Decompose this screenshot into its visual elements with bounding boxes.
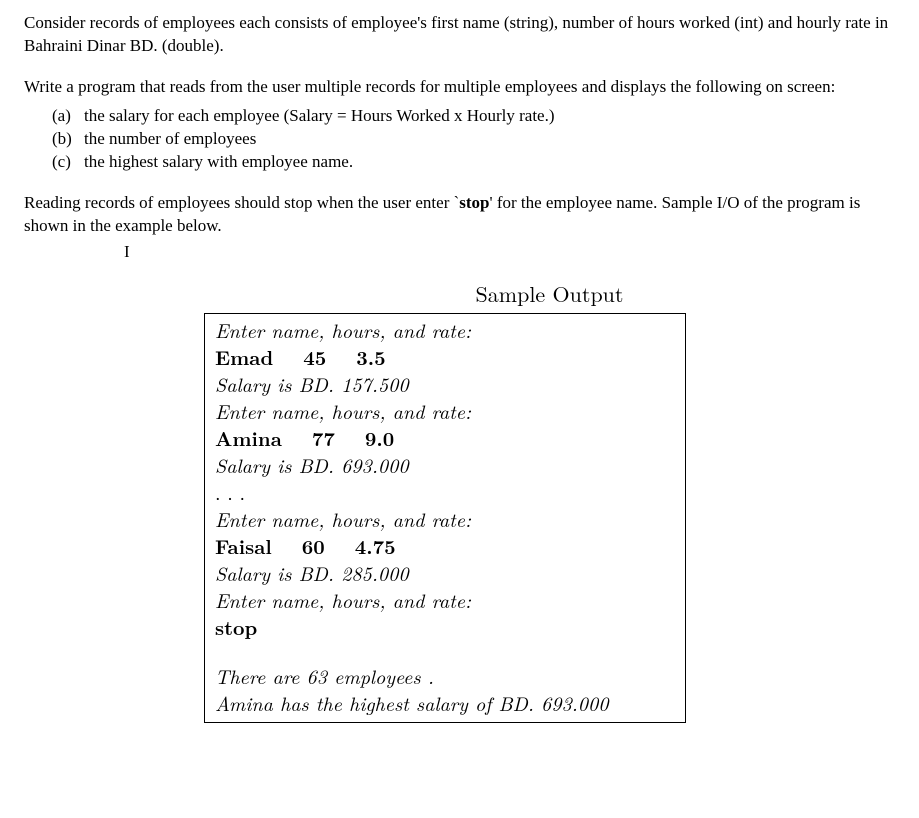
- sample-output-box: Enter name, hours, and rate: Emad 45 3.5 S…: [204, 313, 686, 723]
- prompt-line: Enter name, hours, and rate:: [215, 505, 675, 532]
- summary-count-a: There are: [215, 661, 307, 690]
- input-hours: 45: [303, 342, 326, 371]
- summary-high-mid: has the highest salary of BD.: [273, 688, 541, 717]
- salary-value: 693.000: [341, 450, 408, 479]
- text-cursor-icon: I: [124, 241, 125, 259]
- input-hours: 60: [302, 531, 325, 560]
- input-line: Amina 77 9.0: [215, 424, 675, 451]
- intro-paragraph: Consider records of employees each consi…: [24, 12, 895, 58]
- sample-output-section: Sample Output Enter name, hours, and rat…: [204, 278, 895, 723]
- ellipsis-line: . . .: [215, 478, 675, 505]
- input-name: Emad: [215, 342, 273, 371]
- input-rate: 4.75: [355, 531, 396, 560]
- summary-count-n: 63: [307, 661, 327, 690]
- prompt-line: Enter name, hours, and rate:: [215, 316, 675, 343]
- input-name: Faisal: [215, 531, 272, 560]
- list-text-a: the salary for each employee (Salary = H…: [84, 105, 555, 128]
- list-text-b: the number of employees: [84, 128, 256, 151]
- list-item: (b) the number of employees: [52, 128, 895, 151]
- list-label-a: (a): [52, 105, 84, 128]
- list-item: (c) the highest salary with employee nam…: [52, 151, 895, 174]
- summary-count-b: employees .: [327, 661, 434, 690]
- task-paragraph: Write a program that reads from the user…: [24, 76, 895, 99]
- salary-line: Salary is BD. 157.500: [215, 370, 675, 397]
- stop-keyword: stop: [459, 193, 489, 212]
- list-label-c: (c): [52, 151, 84, 174]
- salary-prefix: Salary is BD.: [215, 369, 341, 398]
- summary-high-val: 693.000: [541, 688, 608, 717]
- stop-input-line: stop: [215, 613, 675, 640]
- salary-value: 157.500: [341, 369, 408, 398]
- stop-condition-paragraph: Reading records of employees should stop…: [24, 192, 895, 261]
- sample-output-title: Sample Output: [204, 278, 895, 309]
- salary-line: Salary is BD. 285.000: [215, 559, 675, 586]
- document-body: Consider records of employees each consi…: [0, 0, 919, 747]
- stop-para-part-a: Reading records of employees should stop…: [24, 193, 459, 212]
- prompt-line: Enter name, hours, and rate:: [215, 397, 675, 424]
- input-rate: 3.5: [356, 342, 385, 371]
- summary-count-line: There are 63 employees .: [215, 662, 675, 689]
- prompt-line: Enter name, hours, and rate:: [215, 586, 675, 613]
- list-label-b: (b): [52, 128, 84, 151]
- summary-high-name: Amina: [215, 688, 273, 717]
- input-hours: 77: [312, 423, 335, 452]
- summary-highest-line: Amina has the highest salary of BD. 693.…: [215, 689, 675, 716]
- input-name: Amina: [215, 423, 282, 452]
- salary-value: 285.000: [341, 558, 408, 587]
- salary-line: Salary is BD. 693.000: [215, 451, 675, 478]
- salary-prefix: Salary is BD.: [215, 450, 341, 479]
- input-line: Emad 45 3.5: [215, 343, 675, 370]
- list-item: (a) the salary for each employee (Salary…: [52, 105, 895, 128]
- input-rate: 9.0: [365, 423, 394, 452]
- input-line: Faisal 60 4.75: [215, 532, 675, 559]
- blank-line: [215, 640, 675, 662]
- salary-prefix: Salary is BD.: [215, 558, 341, 587]
- list-text-c: the highest salary with employee name.: [84, 151, 353, 174]
- requirements-list: (a) the salary for each employee (Salary…: [24, 105, 895, 174]
